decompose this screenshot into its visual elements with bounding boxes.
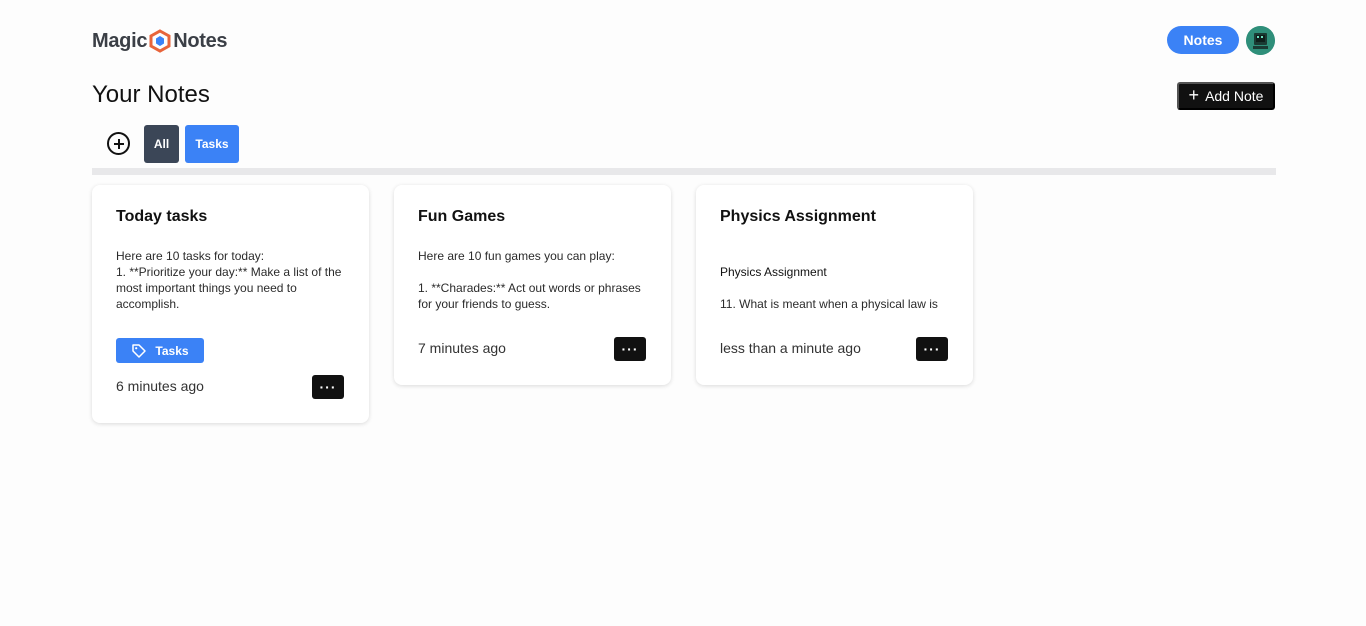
divider: [92, 168, 1276, 175]
note-body-text: 11. What is meant when a physical law is…: [720, 297, 938, 314]
note-body-heading: Physics Assignment: [720, 265, 827, 279]
add-tag-button[interactable]: [107, 132, 130, 155]
page: Magic Notes Notes Your Notes + Add Note …: [0, 0, 1366, 626]
tag-icon: [132, 343, 147, 358]
more-dots-icon: ···: [621, 341, 639, 357]
add-note-label: Add Note: [1205, 88, 1264, 104]
note-title: Fun Games: [418, 208, 506, 225]
plus-icon: +: [1188, 85, 1200, 105]
note-title: Physics Assignment: [720, 208, 876, 225]
logo-mark-icon: [149, 29, 171, 53]
more-dots-icon: ···: [319, 379, 337, 395]
avatar-image-icon: [1246, 26, 1275, 55]
logo-text-magic: Magic: [92, 29, 148, 52]
more-options-button[interactable]: ···: [312, 375, 344, 399]
note-card[interactable]: Today tasks Here are 10 tasks for today:…: [92, 185, 369, 423]
note-body: Physics Assignment 11. What is meant whe…: [720, 248, 955, 314]
note-body: Here are 10 tasks for today: 1. **Priori…: [116, 249, 342, 311]
add-note-button[interactable]: + Add Note: [1177, 82, 1275, 110]
app-logo[interactable]: Magic Notes: [92, 28, 228, 54]
more-options-button[interactable]: ···: [614, 337, 646, 361]
avatar[interactable]: [1246, 26, 1275, 55]
note-tag-label: Tasks: [155, 343, 189, 358]
note-card[interactable]: Fun Games Here are 10 fun games you can …: [394, 185, 671, 385]
note-card[interactable]: Physics Assignment Physics Assignment 11…: [696, 185, 973, 385]
page-title: Your Notes: [92, 81, 210, 108]
note-timestamp: 6 minutes ago: [116, 378, 204, 394]
note-body: Here are 10 fun games you can play: 1. *…: [418, 249, 641, 311]
note-tag[interactable]: Tasks: [116, 338, 204, 363]
more-dots-icon: ···: [923, 341, 941, 357]
plus-circle-icon: [113, 138, 124, 149]
note-title: Today tasks: [116, 208, 208, 225]
more-options-button[interactable]: ···: [916, 337, 948, 361]
note-timestamp: less than a minute ago: [720, 340, 861, 356]
filter-chip-all[interactable]: All: [144, 125, 179, 163]
nav-notes-button[interactable]: Notes: [1167, 26, 1239, 54]
filter-chip-tasks[interactable]: Tasks: [185, 125, 239, 163]
note-timestamp: 7 minutes ago: [418, 340, 506, 356]
logo-text-notes: Notes: [173, 29, 228, 52]
